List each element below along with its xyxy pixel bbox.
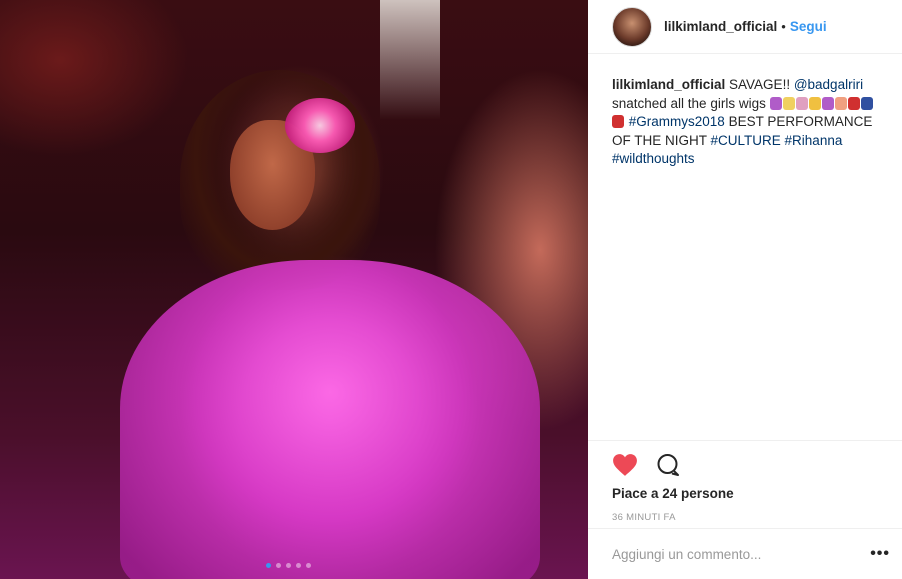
emoji-icon: [808, 96, 821, 110]
likes-count[interactable]: Piace a 24 persone: [612, 486, 734, 501]
post-header: lilkimland_official • Segui: [588, 0, 902, 54]
comment-icon[interactable]: [656, 453, 680, 482]
comment-input[interactable]: [612, 546, 871, 562]
hashtag-culture[interactable]: #CULTURE: [711, 133, 781, 148]
header-separator: •: [781, 19, 786, 34]
caption-text: SAVAGE!!: [729, 77, 794, 92]
photo-flower: [285, 98, 355, 153]
post-photo[interactable]: [0, 0, 588, 579]
caption: lilkimland_official SAVAGE!! @badgalriri…: [612, 76, 892, 169]
emoji-icon: [769, 96, 782, 110]
carousel-dot[interactable]: [266, 563, 271, 568]
emoji-group: [769, 96, 874, 111]
caption-text: snatched all the girls wigs: [612, 95, 770, 111]
carousel-dot[interactable]: [296, 563, 301, 568]
emoji-group: [612, 114, 625, 129]
post-timestamp: 36 MINUTI FA: [612, 512, 676, 523]
emoji-icon: [834, 96, 847, 110]
header-username[interactable]: lilkimland_official: [664, 19, 777, 34]
emoji-icon: [612, 115, 624, 128]
carousel-dot[interactable]: [276, 563, 281, 568]
hashtag-wildthoughts[interactable]: #wildthoughts: [612, 151, 695, 166]
post-actions: Piace a 24 persone 36 MINUTI FA: [588, 440, 902, 523]
follow-button[interactable]: Segui: [790, 19, 827, 34]
avatar[interactable]: [612, 6, 652, 47]
carousel-dots: [266, 563, 311, 568]
caption-username[interactable]: lilkimland_official: [612, 77, 725, 92]
carousel-dot[interactable]: [306, 563, 311, 568]
emoji-icon: [782, 96, 795, 110]
hashtag-grammys2018[interactable]: #Grammys2018: [629, 114, 725, 129]
more-options-icon[interactable]: •••: [870, 545, 890, 563]
post-side-panel: lilkimland_official • Segui lilkimland_o…: [588, 0, 902, 579]
carousel-dot[interactable]: [286, 563, 291, 568]
emoji-icon: [860, 96, 873, 110]
emoji-icon: [821, 96, 834, 110]
caption-mention[interactable]: @badgalriri: [794, 77, 863, 92]
photo-dress: [120, 260, 540, 579]
heart-icon[interactable]: [612, 453, 638, 482]
comment-box: •••: [588, 528, 902, 579]
emoji-icon: [795, 96, 808, 110]
stage-light: [380, 0, 440, 120]
hashtag-rihanna[interactable]: #Rihanna: [785, 133, 843, 148]
emoji-icon: [847, 96, 860, 110]
